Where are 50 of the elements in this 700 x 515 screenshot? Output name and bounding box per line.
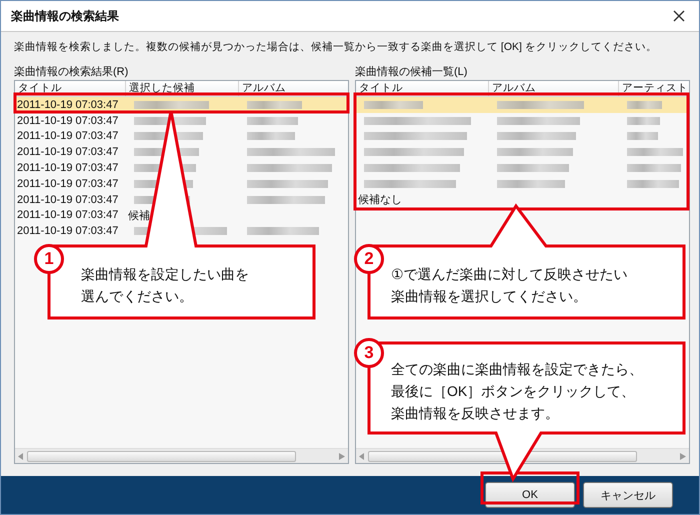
callout-text: 楽曲情報を設定したい曲を 選んでください。 bbox=[81, 265, 249, 306]
blurred-text bbox=[247, 100, 302, 109]
blurred-text bbox=[627, 100, 662, 109]
table-cell: 2011-10-19 07:03:47 bbox=[17, 146, 118, 158]
list-label: 楽曲情報の検索結果(R) bbox=[14, 64, 130, 79]
table-cell-text: 候補なし bbox=[358, 193, 402, 208]
blurred-text bbox=[627, 164, 681, 172]
list-row[interactable]: 2011-10-19 07:03:47 bbox=[15, 128, 348, 144]
blurred-text bbox=[627, 132, 658, 140]
column-header[interactable]: アルバム bbox=[489, 81, 619, 96]
list-row[interactable] bbox=[356, 97, 689, 113]
scroll-left-icon[interactable] bbox=[359, 452, 365, 460]
scrollbar[interactable] bbox=[356, 448, 689, 463]
table-cell: 2011-10-19 07:03:47 bbox=[17, 98, 118, 111]
blurred-text bbox=[497, 180, 565, 188]
scroll-right-icon[interactable] bbox=[680, 452, 686, 460]
table-cell: 2011-10-19 07:03:47 bbox=[17, 209, 118, 222]
blurred-text bbox=[247, 116, 298, 125]
table-cell: 2011-10-19 07:03:47 bbox=[17, 225, 118, 238]
instruction-text: 楽曲情報を検索しました。複数の候補が見つかった場合は、候補一覧から一致する楽曲を選択して [OK] をクリックしてください。 bbox=[14, 40, 658, 54]
scrollbar[interactable] bbox=[15, 448, 348, 463]
close-icon[interactable] bbox=[673, 10, 685, 22]
list-label: 楽曲情報の候補一覧(L) bbox=[355, 65, 468, 79]
window-title: 楽曲情報の検索結果 bbox=[11, 8, 119, 24]
callout-text: 全ての楽曲に楽曲情報を設定できたら、 最後に［OK］ボタンをクリックして、 楽曲情報を反映させます。 bbox=[391, 360, 643, 423]
blurred-text bbox=[627, 116, 660, 125]
table-cell: 2011-10-19 07:03:47 bbox=[17, 114, 118, 127]
column-header[interactable]: アルバム bbox=[239, 81, 348, 96]
list-row[interactable]: 2011-10-19 07:03:47 候補 bbox=[15, 208, 348, 224]
cancel-button[interactable]: キャンセル bbox=[583, 482, 673, 508]
column-header[interactable]: アーティスト bbox=[619, 81, 689, 96]
scroll-right-icon[interactable] bbox=[339, 452, 345, 460]
table-cell: 2011-10-19 07:03:47 bbox=[17, 162, 118, 174]
blurred-text bbox=[497, 164, 569, 172]
list-row[interactable]: 2011-10-19 07:03:47 bbox=[15, 112, 348, 129]
table-cell: 2011-10-19 07:03:47 bbox=[17, 178, 118, 190]
column-header[interactable]: 選択した候補 bbox=[126, 81, 239, 96]
table-cell: 2011-10-19 07:03:47 bbox=[17, 194, 118, 206]
callout-text: ①で選んだ楽曲に対して反映させたい 楽曲情報を選択してください。 bbox=[391, 265, 628, 306]
blurred-text bbox=[364, 100, 423, 109]
blurred-text bbox=[247, 132, 296, 140]
column-header[interactable]: タイトル bbox=[356, 81, 489, 96]
list-row[interactable]: 候補なし bbox=[356, 192, 689, 208]
blurred-text bbox=[627, 180, 679, 188]
column-header[interactable]: タイトル bbox=[15, 81, 126, 96]
scroll-left-icon[interactable] bbox=[18, 452, 24, 460]
blurred-text bbox=[627, 148, 683, 156]
table-cell-text: 候補 bbox=[128, 208, 150, 223]
blurred-text bbox=[247, 227, 319, 236]
table-cell: 2011-10-19 07:03:47 bbox=[17, 130, 118, 142]
